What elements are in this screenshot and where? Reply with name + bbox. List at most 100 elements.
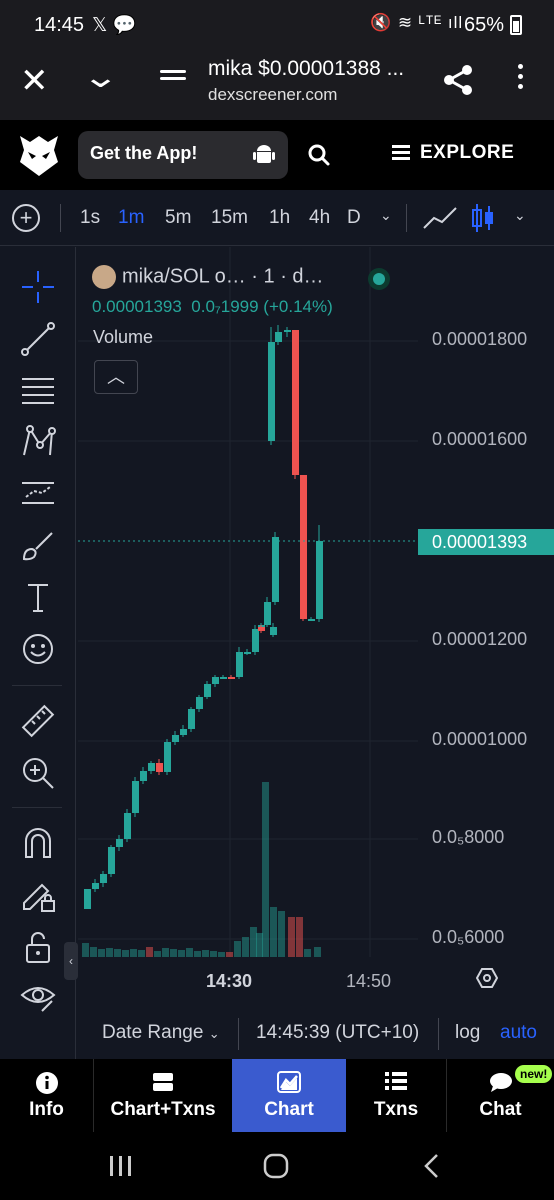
prediction-icon[interactable] <box>20 475 56 511</box>
explore-button[interactable]: EXPLORE <box>392 142 514 164</box>
price-axis-label: 0.00001000 <box>432 729 528 749</box>
interval-15m[interactable]: 15m <box>211 207 248 229</box>
candle-body <box>308 619 315 621</box>
volume-bar <box>130 949 137 957</box>
candle-body <box>275 332 282 342</box>
market-status-icon[interactable] <box>368 268 390 290</box>
crosshair-icon[interactable] <box>20 269 56 305</box>
candle-body <box>108 847 115 874</box>
chart-type-dropdown-icon[interactable]: ⌄ <box>514 207 526 224</box>
candle-body <box>272 537 279 602</box>
interval-1s[interactable]: 1s <box>80 207 100 229</box>
interval-1h[interactable]: 1h <box>269 207 290 229</box>
volume-bar <box>90 947 97 957</box>
chart-area[interactable]: mika/SOL o… · 1 · d… 0.00001393 0.0₇1999… <box>78 247 554 1059</box>
back-icon[interactable] <box>422 1153 440 1179</box>
symbol-title[interactable]: mika/SOL o… · 1 · d… <box>92 265 324 289</box>
add-symbol-icon[interactable]: + <box>12 204 40 232</box>
interval-1m[interactable]: 1m <box>118 207 144 229</box>
candle-body <box>292 330 299 475</box>
volume-bar <box>262 782 269 957</box>
footer-divider <box>438 1018 439 1050</box>
browser-toolbar: ✕ ⌄ mika $0.00001388 ... dexscreener.com <box>0 52 554 120</box>
nav-chart-label: Chart <box>264 1099 314 1120</box>
legend-change: 0.0₇1999 (+0.14%) <box>191 297 333 316</box>
interval-dropdown-icon[interactable]: ⌄ <box>380 207 392 224</box>
candle-body <box>124 813 131 839</box>
volume-bar <box>138 950 145 957</box>
volume-bar <box>218 952 225 957</box>
nav-info[interactable]: Info <box>0 1059 93 1132</box>
legend-values: 0.00001393 0.0₇1999 (+0.14%) <box>92 297 333 317</box>
nav-info-label: Info <box>29 1099 64 1120</box>
interval-5m[interactable]: 5m <box>165 207 191 229</box>
line-chart-type-icon[interactable] <box>422 206 458 230</box>
fib-retracement-icon[interactable] <box>20 373 56 409</box>
dexscreener-logo[interactable] <box>18 132 60 178</box>
recent-apps-icon[interactable] <box>108 1154 134 1178</box>
log-scale-toggle[interactable]: log <box>455 1022 480 1044</box>
zoom-in-icon[interactable] <box>20 755 56 791</box>
volume-bar <box>296 917 303 957</box>
volume-label: Volume <box>93 327 154 347</box>
battery-icon <box>510 15 522 35</box>
volume-bar <box>288 917 295 957</box>
time-axis-label: 14:30 <box>206 971 253 991</box>
page-domain: dexscreener.com <box>208 85 338 104</box>
last-price-badge: 0.00001393 <box>418 529 554 555</box>
interval-1d[interactable]: D <box>347 207 361 229</box>
collapse-toolbar-button[interactable]: ‹ <box>64 942 78 980</box>
price-chart[interactable] <box>78 247 554 1007</box>
get-app-button[interactable]: Get the App! <box>78 131 288 179</box>
candle-body <box>148 763 155 771</box>
explore-label: EXPLORE <box>420 142 515 163</box>
bottom-nav: Info Chart+Txns Chart Txns Chat <box>0 1059 554 1132</box>
candle-body <box>258 627 265 631</box>
magnet-icon[interactable] <box>20 825 56 861</box>
symbol-label: mika/SOL o… · 1 · d… <box>122 265 324 288</box>
chat-icon <box>489 1073 512 1092</box>
ruler-icon[interactable] <box>20 703 56 739</box>
trend-line-icon[interactable] <box>20 321 56 357</box>
chevron-down-icon: ⌄ <box>208 1026 220 1041</box>
get-app-label: Get the App! <box>90 143 198 163</box>
nav-txns[interactable]: Txns <box>346 1059 446 1132</box>
auto-scale-toggle[interactable]: auto <box>500 1022 537 1044</box>
pattern-icon[interactable] <box>20 423 56 459</box>
chevron-down-icon[interactable]: ⌄ <box>82 60 120 95</box>
volume-bar <box>154 951 161 957</box>
chart-settings-icon[interactable] <box>476 967 498 989</box>
close-tab-icon[interactable]: ✕ <box>20 64 49 98</box>
interval-4h[interactable]: 4h <box>309 207 330 229</box>
candles-chart-type-icon[interactable] <box>470 202 496 234</box>
candle-body <box>92 883 99 889</box>
unlock-icon[interactable] <box>20 929 56 965</box>
lock-drawing-icon[interactable] <box>20 877 56 913</box>
volume-bar <box>278 911 285 957</box>
chevron-up-icon[interactable]: ︿ <box>94 360 138 394</box>
nav-chart[interactable]: Chart <box>232 1059 346 1132</box>
brush-icon[interactable] <box>20 527 56 563</box>
candle-body <box>164 742 171 772</box>
price-axis-label: 0.0₅8000 <box>432 827 505 847</box>
eye-icon[interactable] <box>20 979 56 1015</box>
battery-percent: 65% <box>464 14 505 36</box>
search-icon[interactable] <box>306 142 332 168</box>
candle-body <box>180 729 187 735</box>
price-axis-label: 0.0₅6000 <box>432 927 505 947</box>
list-icon <box>385 1072 407 1090</box>
timezone-clock[interactable]: 14:45:39 (UTC+10) <box>256 1022 419 1044</box>
nav-chart-txns[interactable]: Chart+Txns <box>94 1059 232 1132</box>
volume-bar <box>114 949 121 957</box>
share-icon[interactable] <box>440 62 476 98</box>
text-icon[interactable] <box>20 579 56 615</box>
chart-footer: Date Range ⌄ 14:45:39 (UTC+10) log auto <box>78 1008 554 1060</box>
emoji-icon[interactable] <box>20 631 56 667</box>
site-settings-icon[interactable] <box>160 66 186 88</box>
toolbar-divider <box>12 807 62 808</box>
chart-icon <box>277 1071 301 1093</box>
candle-body <box>300 475 307 619</box>
more-menu-icon[interactable] <box>518 64 524 94</box>
date-range-dropdown[interactable]: Date Range ⌄ <box>102 1022 220 1044</box>
home-icon[interactable] <box>263 1153 289 1179</box>
